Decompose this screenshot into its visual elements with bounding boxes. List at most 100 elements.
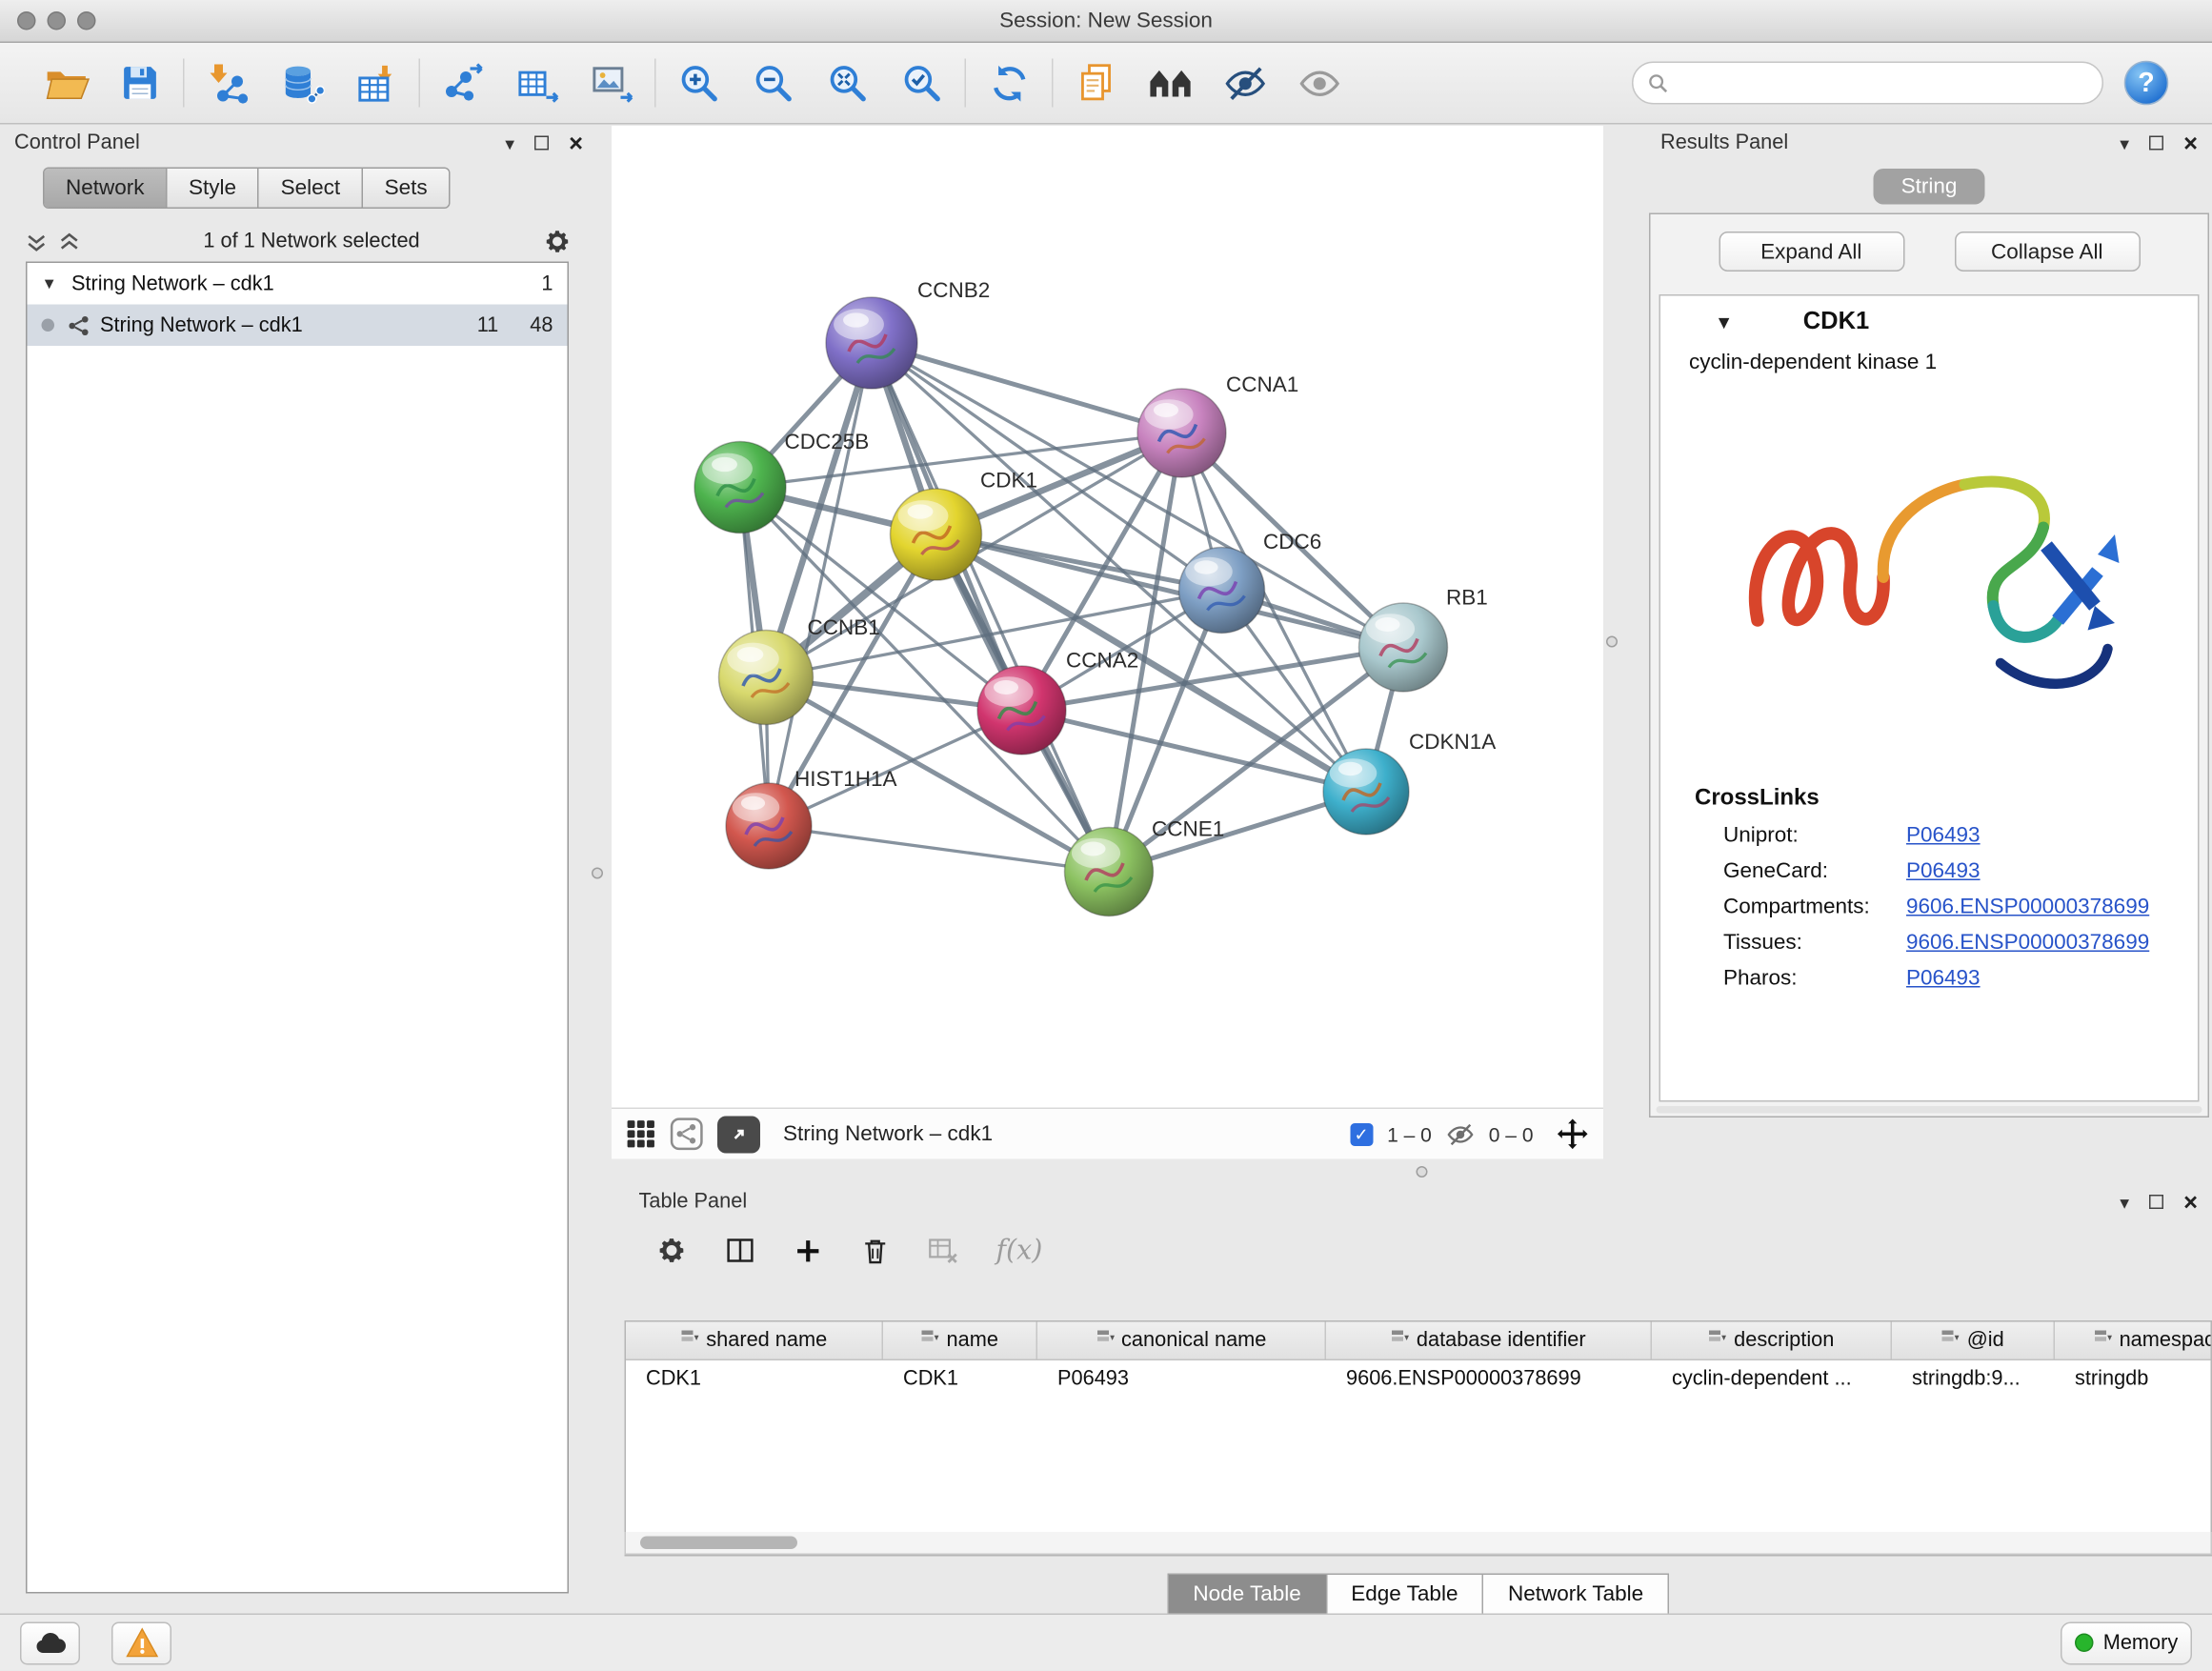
help-icon: ? bbox=[2122, 59, 2171, 108]
tab-edge-table[interactable]: Edge Table bbox=[1327, 1574, 1484, 1616]
open-folder-icon bbox=[42, 59, 90, 107]
close-panel-icon[interactable]: × bbox=[2183, 1190, 2198, 1215]
help-button[interactable]: ? bbox=[2120, 54, 2174, 111]
refresh-view-button[interactable] bbox=[982, 54, 1036, 111]
add-column-icon[interactable] bbox=[794, 1236, 824, 1266]
graphics-details-button[interactable] bbox=[1143, 54, 1197, 111]
close-panel-icon[interactable]: × bbox=[569, 131, 583, 155]
tab-network[interactable]: Network bbox=[45, 169, 168, 208]
tab-network-table[interactable]: Network Table bbox=[1483, 1574, 1669, 1616]
column-header-description[interactable]: description bbox=[1652, 1322, 1892, 1359]
grid-view-icon[interactable] bbox=[626, 1119, 656, 1150]
cloud-service-button[interactable] bbox=[20, 1621, 80, 1664]
column-header-namespac[interactable]: namespac bbox=[2055, 1322, 2212, 1359]
save-session-button[interactable] bbox=[113, 54, 168, 111]
float-panel-icon[interactable] bbox=[2149, 136, 2163, 151]
node-CCNA1[interactable]: CCNA1 bbox=[1137, 372, 1298, 477]
selected-checkbox[interactable]: ✓ bbox=[1350, 1122, 1373, 1145]
edge-CCNB2-HIST1H1A[interactable] bbox=[769, 343, 872, 826]
import-network-file-button[interactable] bbox=[200, 54, 254, 111]
tab-select[interactable]: Select bbox=[259, 169, 363, 208]
duplicate-network-button[interactable] bbox=[1069, 54, 1123, 111]
network-view: CCNB2CCNA1CDC25BCDK1CDC6RB1CCNB1CCNA2CDK… bbox=[612, 126, 1603, 1159]
column-header-name[interactable]: name bbox=[883, 1322, 1037, 1359]
node-CDKN1A[interactable]: CDKN1A bbox=[1323, 730, 1496, 835]
node-CCNE1[interactable]: CCNE1 bbox=[1065, 817, 1225, 916]
tree-disclosure-icon[interactable]: ▼ bbox=[42, 275, 62, 292]
network-canvas[interactable]: CCNB2CCNA1CDC25BCDK1CDC6RB1CCNB1CCNA2CDK… bbox=[612, 126, 1603, 1108]
crosslink-value[interactable]: 9606.ENSP00000378699 bbox=[1906, 895, 2149, 919]
zoom-in-button[interactable] bbox=[672, 54, 726, 111]
expand-all-icon[interactable] bbox=[59, 231, 81, 252]
search-field[interactable] bbox=[1632, 62, 2103, 105]
node-HIST1H1A[interactable]: HIST1H1A bbox=[726, 767, 897, 869]
collapse-panel-icon[interactable]: ▾ bbox=[505, 133, 514, 152]
float-panel-icon[interactable] bbox=[534, 136, 549, 151]
zoom-out-button[interactable] bbox=[746, 54, 800, 111]
left-splitter-handle[interactable] bbox=[592, 868, 603, 879]
collapse-all-button[interactable]: Collapse All bbox=[1954, 232, 2140, 272]
import-network-database-button[interactable] bbox=[274, 54, 329, 111]
right-splitter-handle[interactable] bbox=[1606, 636, 1618, 648]
column-header-database-identifier[interactable]: database identifier bbox=[1326, 1322, 1652, 1359]
network-options-gear-icon[interactable] bbox=[543, 228, 572, 256]
edge-CCNB2-CCNA1[interactable] bbox=[872, 343, 1182, 433]
search-input[interactable] bbox=[1679, 71, 2088, 94]
pan-tool-icon[interactable] bbox=[1557, 1117, 1590, 1151]
zoom-selected-button[interactable] bbox=[895, 54, 949, 111]
node-RB1[interactable]: RB1 bbox=[1359, 586, 1488, 693]
edge-HIST1H1A-CCNE1[interactable] bbox=[769, 826, 1109, 872]
control-panel: Control Panel ▾ × NetworkStyleSelectSets… bbox=[0, 125, 597, 1614]
column-header-canonical-name[interactable]: canonical name bbox=[1037, 1322, 1326, 1359]
edge-CCNA2-CDKN1A[interactable] bbox=[1022, 711, 1367, 793]
export-image-button[interactable] bbox=[585, 54, 639, 111]
hide-selected-button[interactable] bbox=[1217, 54, 1272, 111]
crosslink-value[interactable]: P06493 bbox=[1906, 966, 1981, 991]
expand-all-button[interactable]: Expand All bbox=[1719, 232, 1904, 272]
crosslink-value[interactable]: P06493 bbox=[1906, 859, 1981, 884]
section-collapse-icon[interactable]: ▼ bbox=[1715, 311, 1733, 332]
table-hscrollbar[interactable] bbox=[625, 1532, 2212, 1555]
import-table-button[interactable] bbox=[349, 54, 403, 111]
export-table-button[interactable] bbox=[511, 54, 565, 111]
memory-button[interactable]: Memory bbox=[2061, 1621, 2192, 1664]
birdseye-view-icon[interactable] bbox=[671, 1117, 704, 1151]
node-CDK1[interactable]: CDK1 bbox=[891, 469, 1038, 580]
crosslink-value[interactable]: 9606.ENSP00000378699 bbox=[1906, 931, 2149, 956]
column-header-shared-name[interactable]: shared name bbox=[626, 1322, 883, 1359]
export-group bbox=[420, 54, 654, 111]
collapse-panel-icon[interactable]: ▾ bbox=[2120, 1193, 2129, 1212]
tab-style[interactable]: Style bbox=[168, 169, 260, 208]
delete-column-icon[interactable] bbox=[860, 1236, 891, 1266]
detach-view-button[interactable] bbox=[717, 1116, 760, 1153]
network-row[interactable]: String Network – cdk1 11 48 bbox=[28, 305, 568, 347]
column-attribute-icon bbox=[1941, 1329, 1961, 1352]
export-network-button[interactable] bbox=[436, 54, 491, 111]
close-panel-icon[interactable]: × bbox=[2183, 131, 2198, 155]
bottom-splitter-handle[interactable] bbox=[1417, 1166, 1428, 1178]
table-settings-gear-icon[interactable] bbox=[656, 1235, 688, 1266]
column-header--id[interactable]: @id bbox=[1892, 1322, 2055, 1359]
float-panel-icon[interactable] bbox=[2149, 1195, 2163, 1209]
show-all-button[interactable] bbox=[1292, 54, 1346, 111]
string-results-box: Expand All Collapse All ▼ CDK1 cyclin-de… bbox=[1649, 213, 2209, 1118]
node-label-CCNB1: CCNB1 bbox=[808, 615, 880, 639]
warnings-button[interactable] bbox=[111, 1621, 171, 1664]
gene-section-header[interactable]: ▼ CDK1 bbox=[1660, 296, 2198, 348]
node-CDC6[interactable]: CDC6 bbox=[1179, 530, 1322, 634]
collapse-panel-icon[interactable]: ▾ bbox=[2120, 133, 2129, 152]
results-scrollbar[interactable] bbox=[1657, 1106, 2202, 1114]
table-row[interactable]: CDK1CDK1P064939606.ENSP00000378699cyclin… bbox=[626, 1360, 2211, 1399]
zoom-fit-button[interactable] bbox=[820, 54, 875, 111]
collapse-all-icon[interactable] bbox=[26, 231, 48, 252]
scrollbar-thumb[interactable] bbox=[640, 1537, 797, 1550]
open-session-button[interactable] bbox=[39, 54, 93, 111]
crosslink-value[interactable]: P06493 bbox=[1906, 823, 1981, 848]
tab-string[interactable]: String bbox=[1874, 169, 1985, 205]
tab-node-table[interactable]: Node Table bbox=[1167, 1574, 1326, 1616]
edge-CCNB2-CCNE1[interactable] bbox=[872, 343, 1109, 872]
network-collection-row[interactable]: ▼ String Network – cdk1 1 bbox=[28, 263, 568, 305]
tab-sets[interactable]: Sets bbox=[363, 169, 449, 208]
column-header-label: name bbox=[947, 1329, 998, 1352]
show-columns-icon[interactable] bbox=[725, 1235, 756, 1266]
